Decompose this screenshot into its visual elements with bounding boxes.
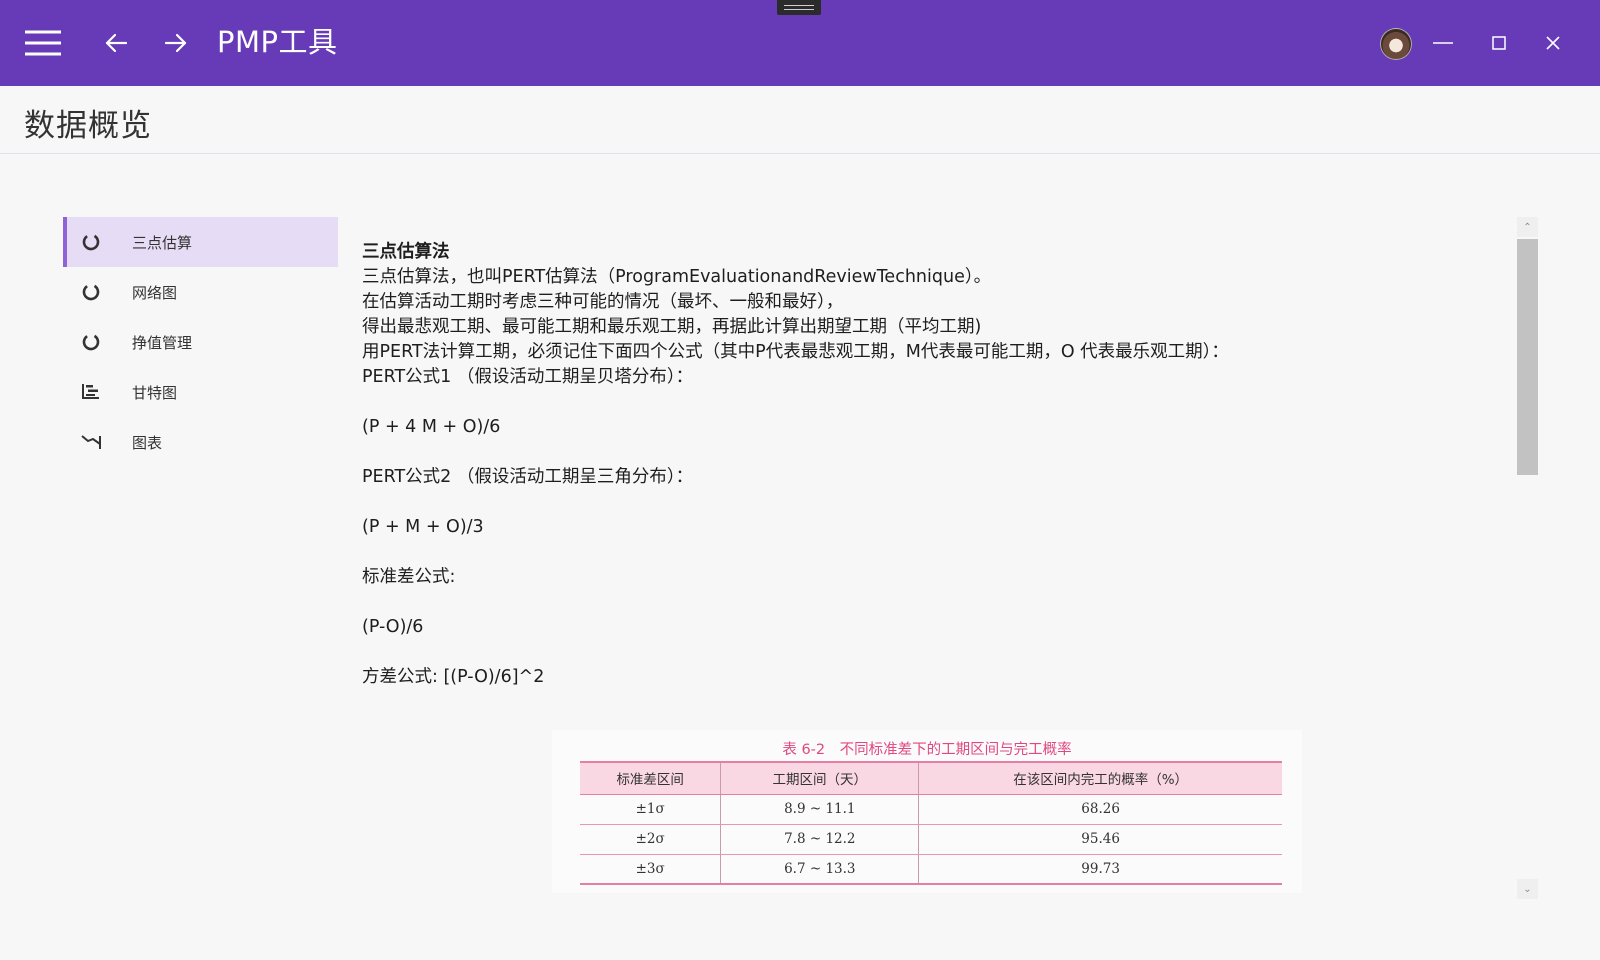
- sidebar-item-label: 图表: [132, 433, 163, 452]
- formula-pert1: (P + 4 M + O)/6: [362, 417, 501, 437]
- table-cell: ±1σ: [580, 794, 721, 825]
- table-cell: 68.26: [918, 794, 1282, 825]
- std-dev-label: 标准差公式:: [362, 567, 456, 587]
- scroll-up-icon[interactable]: ⌃: [1517, 217, 1538, 237]
- table-header: 工期区间（天）: [720, 761, 919, 795]
- table-cell: ±3σ: [580, 854, 721, 885]
- sidebar-item-label: 网络图: [132, 283, 178, 302]
- maximize-icon[interactable]: [1477, 21, 1521, 65]
- formula-pert2: (P + M + O)/3: [362, 517, 484, 537]
- sidebar-item-earned-value[interactable]: 挣值管理: [63, 317, 338, 367]
- table-row: ±3σ 6.7 ~ 13.3 99.73: [580, 854, 1282, 885]
- sidebar-item-label: 三点估算: [132, 233, 193, 252]
- sidebar-item-label: 甘特图: [132, 383, 178, 402]
- sidebar-item-gantt-chart[interactable]: 甘特图: [63, 367, 338, 417]
- table-title: 表 6-2 不同标准差下的工期区间与完工概率: [782, 742, 1072, 758]
- table-cell: ±2σ: [580, 824, 721, 855]
- probability-table: 标准差区间 工期区间（天） 在该区间内完工的概率（%） ±1σ 8.9 ~ 11…: [580, 761, 1282, 885]
- scroll-down-icon[interactable]: ⌄: [1517, 879, 1538, 899]
- sidebar-item-charts[interactable]: 图表: [63, 417, 338, 467]
- content-heading: 三点估算法: [362, 242, 450, 262]
- text-line: 用PERT法计算工期，必须记住下面四个公式（其中P代表最悲观工期，M代表最可能工…: [362, 342, 1229, 362]
- drag-handle[interactable]: [777, 0, 821, 15]
- table-cell: 7.8 ~ 12.2: [720, 824, 919, 855]
- minimize-icon[interactable]: [1421, 21, 1465, 65]
- ring-chart-icon: [81, 232, 101, 252]
- text-line: PERT公式1 （假设活动工期呈贝塔分布）：: [362, 367, 694, 387]
- sidebar-nav: 三点估算 网络图 挣值管理 甘特图 图表: [63, 217, 338, 467]
- table-cell: 95.46: [918, 824, 1282, 855]
- probability-table-image: 表 6-2 不同标准差下的工期区间与完工概率 标准差区间 工期区间（天） 在该区…: [552, 730, 1302, 893]
- scrollbar-thumb[interactable]: [1517, 239, 1538, 475]
- table-cell: 99.73: [918, 854, 1282, 885]
- table-header: 标准差区间: [580, 761, 721, 795]
- table-row: ±2σ 7.8 ~ 12.2 95.46: [580, 824, 1282, 855]
- ring-chart-icon: [81, 332, 101, 352]
- table-cell: 8.9 ~ 11.1: [720, 794, 919, 825]
- close-icon[interactable]: [1531, 21, 1575, 65]
- table-header: 在该区间内完工的概率（%）: [918, 761, 1282, 795]
- formula-std-dev: (P-O)/6: [362, 617, 424, 637]
- formula-variance: 方差公式: [(P-O)/6]^2: [362, 667, 545, 687]
- text-line: 三点估算法，也叫PERT估算法（ProgramEvaluationandRevi…: [362, 267, 992, 287]
- sidebar-item-network-diagram[interactable]: 网络图: [63, 267, 338, 317]
- ring-chart-icon: [81, 282, 101, 302]
- pert2-label: PERT公式2 （假设活动工期呈三角分布）：: [362, 467, 694, 487]
- table-row: ±1σ 8.9 ~ 11.1 68.26: [580, 794, 1282, 825]
- gantt-bars-icon: [81, 382, 101, 402]
- sidebar-item-three-point-estimate[interactable]: 三点估算: [63, 217, 338, 267]
- vertical-scrollbar[interactable]: ⌃ ⌄: [1517, 217, 1538, 899]
- line-chart-icon: [81, 432, 101, 452]
- page-header: 数据概览: [0, 86, 1600, 154]
- hamburger-menu-icon[interactable]: [21, 21, 65, 65]
- page-title: 数据概览: [24, 108, 152, 144]
- user-avatar[interactable]: [1380, 28, 1412, 60]
- title-bar: PMP工具: [0, 0, 1600, 86]
- app-title: PMP工具: [217, 25, 338, 59]
- table-cell: 6.7 ~ 13.3: [720, 854, 919, 885]
- text-line: 在估算活动工期时考虑三种可能的情况（最坏、一般和最好），: [362, 292, 844, 312]
- text-line: 得出最悲观工期、最可能工期和最乐观工期，再据此计算出期望工期（平均工期): [362, 317, 982, 337]
- arrow-right-icon[interactable]: [154, 21, 198, 65]
- arrow-left-icon[interactable]: [94, 21, 138, 65]
- sidebar-item-label: 挣值管理: [132, 333, 193, 352]
